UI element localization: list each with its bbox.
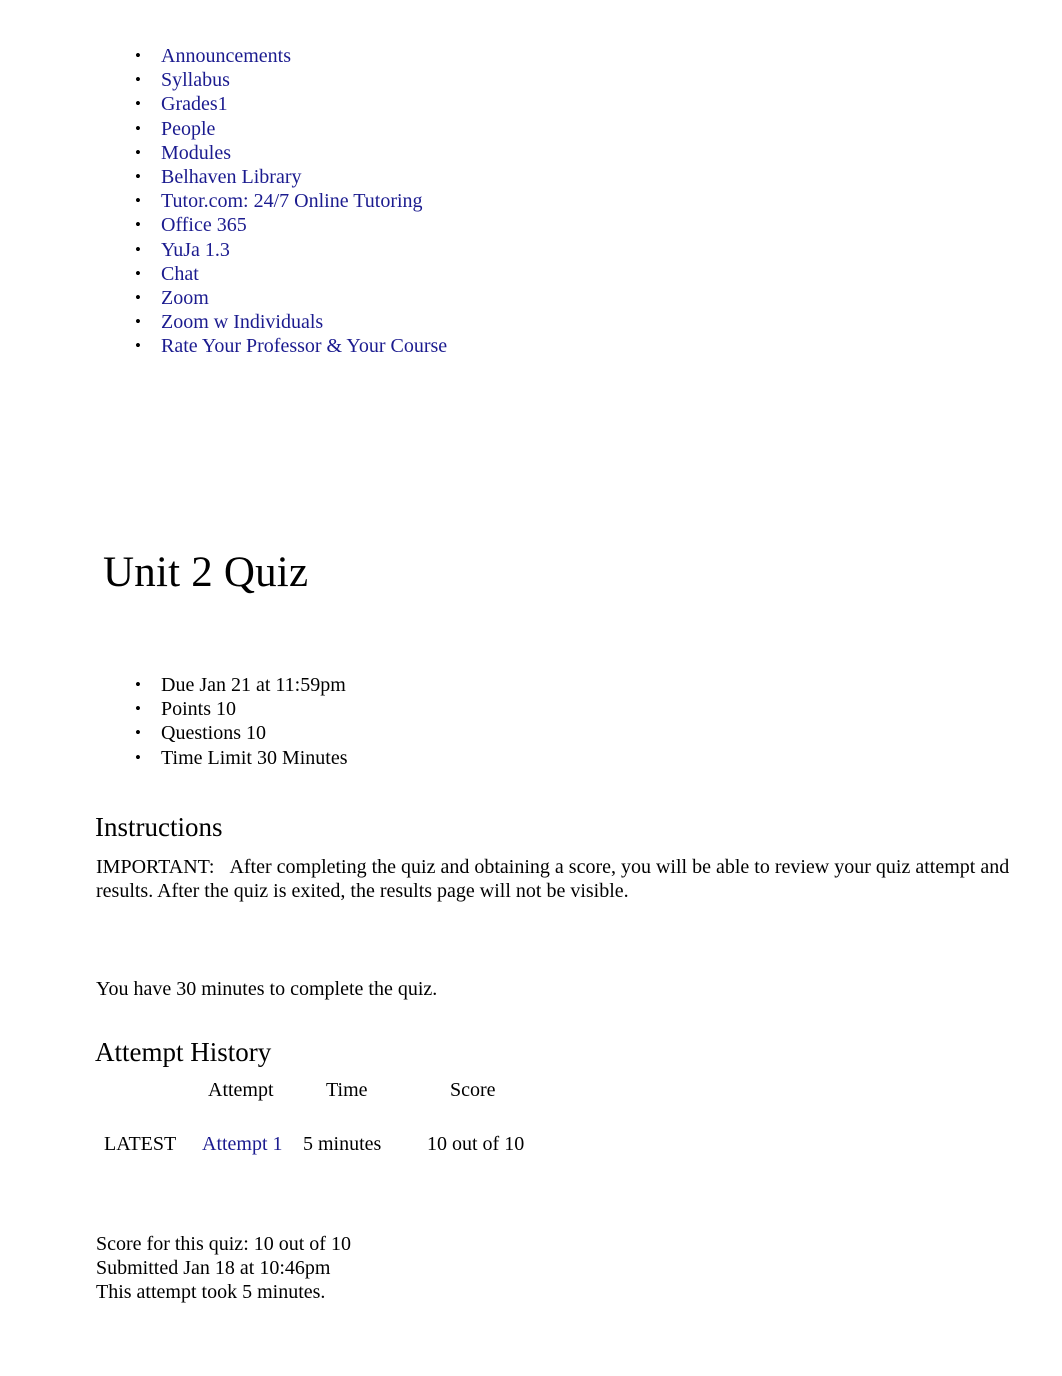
nav-item[interactable]: Announcements [97,44,797,68]
nav-item[interactable]: People [97,117,797,141]
nav-item[interactable]: Grades1 [97,92,797,116]
nav-item[interactable]: YuJa 1.3 [97,238,797,262]
quiz-detail-points: Points 10 [97,697,697,721]
nav-link-zoom[interactable]: Zoom [161,287,209,309]
attempt-history-table: Attempt Time Score LATEST Attempt 1 5 mi… [96,1078,590,1164]
result-duration: This attempt took 5 minutes. [96,1281,326,1304]
nav-item[interactable]: Zoom [97,286,797,310]
time-note: You have 30 minutes to complete the quiz… [96,978,438,1000]
nav-item[interactable]: Tutor.com: 24/7 Online Tutoring [97,189,797,213]
column-header-time: Time [326,1079,368,1101]
nav-item[interactable]: Modules [97,141,797,165]
quiz-detail-time-limit: Time Limit 30 Minutes [97,746,697,770]
result-submitted: Submitted Jan 18 at 10:46pm [96,1257,331,1280]
instructions-heading: Instructions [95,812,223,842]
result-score: Score for this quiz: 10 out of 10 [96,1233,351,1255]
nav-link-yuja[interactable]: YuJa 1.3 [161,239,230,261]
column-header-attempt: Attempt [208,1079,274,1101]
column-header-latest [96,1078,199,1132]
nav-link-syllabus[interactable]: Syllabus [161,69,230,91]
nav-link-announcements[interactable]: Announcements [161,45,291,67]
instructions-body-text: After completing the quiz and obtaining … [96,856,1010,902]
quiz-details-list: Due Jan 21 at 11:59pm Points 10 Question… [97,673,697,770]
nav-item[interactable]: Office 365 [97,213,797,237]
nav-link-people[interactable]: People [161,118,215,140]
nav-link-belhaven-library[interactable]: Belhaven Library [161,166,302,188]
attempt-history-header: Attempt Time Score [96,1078,590,1132]
quiz-detail-due: Due Jan 21 at 11:59pm [97,673,697,697]
cell-time: 5 minutes [303,1133,382,1155]
attempt-history-body: LATEST Attempt 1 5 minutes 10 out of 10 [96,1132,590,1164]
quiz-page: Announcements Syllabus Grades1 People Mo… [0,0,1062,1376]
nav-item[interactable]: Belhaven Library [97,165,797,189]
column-header-score: Score [450,1079,496,1101]
instructions-spacer [214,856,229,878]
nav-link-office-365[interactable]: Office 365 [161,214,247,236]
table-row: LATEST Attempt 1 5 minutes 10 out of 10 [96,1132,590,1164]
cell-score: 10 out of 10 [427,1133,525,1155]
nav-link-rate-your-professor[interactable]: Rate Your Professor & Your Course [161,335,447,357]
result-summary: Score for this quiz: 10 out of 10 Submit… [96,1232,351,1305]
nav-item[interactable]: Syllabus [97,68,797,92]
table-header-row: Attempt Time Score [96,1078,590,1132]
nav-link-chat[interactable]: Chat [161,263,199,285]
instructions-important-label: IMPORTANT: [96,856,215,878]
attempt-1-link[interactable]: Attempt 1 [202,1133,283,1155]
course-navigation-list: Announcements Syllabus Grades1 People Mo… [97,44,797,359]
nav-item[interactable]: Chat [97,262,797,286]
nav-link-grades1[interactable]: Grades1 [161,93,228,115]
instructions-body: IMPORTANT: After completing the quiz and… [96,856,1018,903]
cell-latest-badge: LATEST [104,1133,177,1155]
nav-link-zoom-w-individuals[interactable]: Zoom w Individuals [161,311,323,333]
nav-item[interactable]: Zoom w Individuals [97,310,797,334]
attempt-history-heading: Attempt History [95,1037,272,1067]
nav-item[interactable]: Rate Your Professor & Your Course [97,334,797,358]
page-title: Unit 2 Quiz [103,549,309,596]
quiz-detail-questions: Questions 10 [97,721,697,745]
nav-link-tutor-com[interactable]: Tutor.com: 24/7 Online Tutoring [161,190,423,212]
nav-link-modules[interactable]: Modules [161,142,231,164]
cell-attempt[interactable]: Attempt 1 [199,1132,303,1164]
